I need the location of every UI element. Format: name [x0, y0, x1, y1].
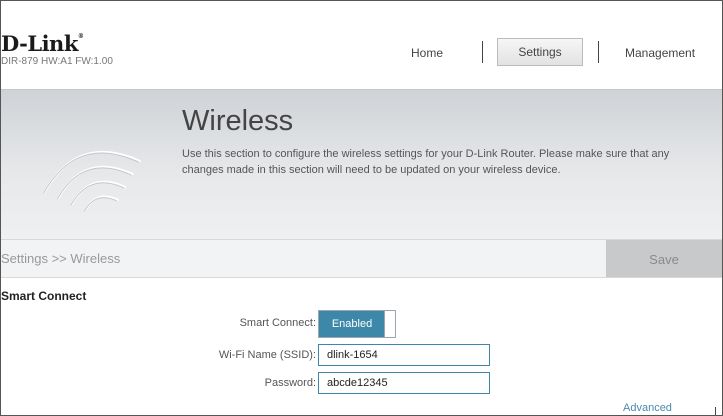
toggle-state-label: Enabled — [319, 311, 385, 337]
nav-divider — [482, 41, 483, 63]
nav-settings[interactable]: Settings — [497, 38, 583, 66]
nav-management[interactable]: Management — [625, 46, 695, 60]
save-button[interactable]: Save — [606, 240, 722, 277]
password-input[interactable] — [318, 372, 490, 394]
router-admin-page: D-Link® DIR-879 HW:A1 FW:1.00 Home Setti… — [0, 0, 723, 416]
breadcrumb: Settings >> Wireless — [1, 251, 121, 266]
breadcrumb-bar: Settings >> Wireless Save — [1, 239, 722, 278]
toggle-knob[interactable] — [384, 311, 395, 337]
advanced-settings-link[interactable]: Advanced Settings... — [623, 402, 722, 415]
model-info: DIR-879 HW:A1 FW:1.00 — [1, 56, 113, 67]
password-label: Password: — [264, 377, 316, 389]
smart-connect-label: Smart Connect: — [239, 317, 316, 329]
smart-connect-toggle[interactable]: Enabled — [318, 310, 396, 338]
window-corner-divider — [715, 407, 722, 415]
nav-divider — [598, 41, 599, 63]
section-title-smart-connect: Smart Connect — [1, 289, 87, 303]
nav-home[interactable]: Home — [411, 46, 443, 60]
page-description: Use this section to configure the wirele… — [182, 148, 670, 176]
ssid-input[interactable] — [318, 344, 490, 366]
page-title: Wireless — [182, 105, 294, 137]
wifi-icon — [43, 150, 141, 212]
dlink-logo[interactable]: D-Link® — [1, 31, 84, 56]
ssid-label: Wi-Fi Name (SSID): — [218, 349, 316, 361]
page-banner: Wireless Use this section to configure t… — [1, 89, 722, 240]
